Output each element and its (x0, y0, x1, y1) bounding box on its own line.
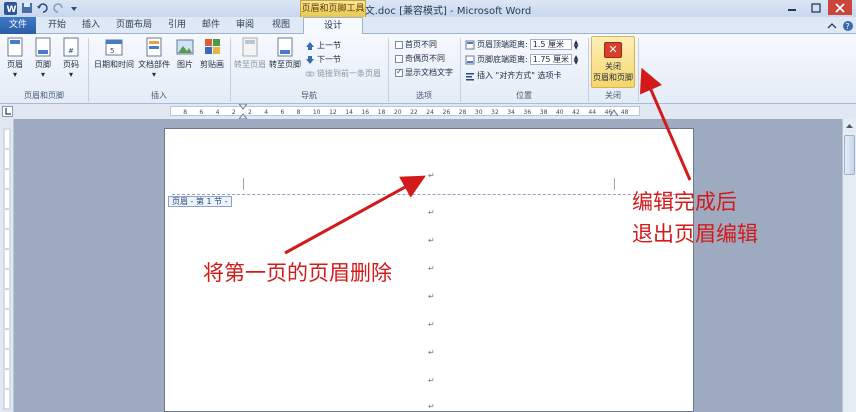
arrow-to-header (284, 175, 426, 255)
annotation-delete-header: 将第一页的页眉删除 (203, 261, 392, 285)
arrow-to-close-button (639, 67, 692, 181)
annotation-exit-line1: 编辑完成后 (632, 190, 737, 214)
annotation-exit-line2: 退出页眉编辑 (632, 222, 758, 246)
